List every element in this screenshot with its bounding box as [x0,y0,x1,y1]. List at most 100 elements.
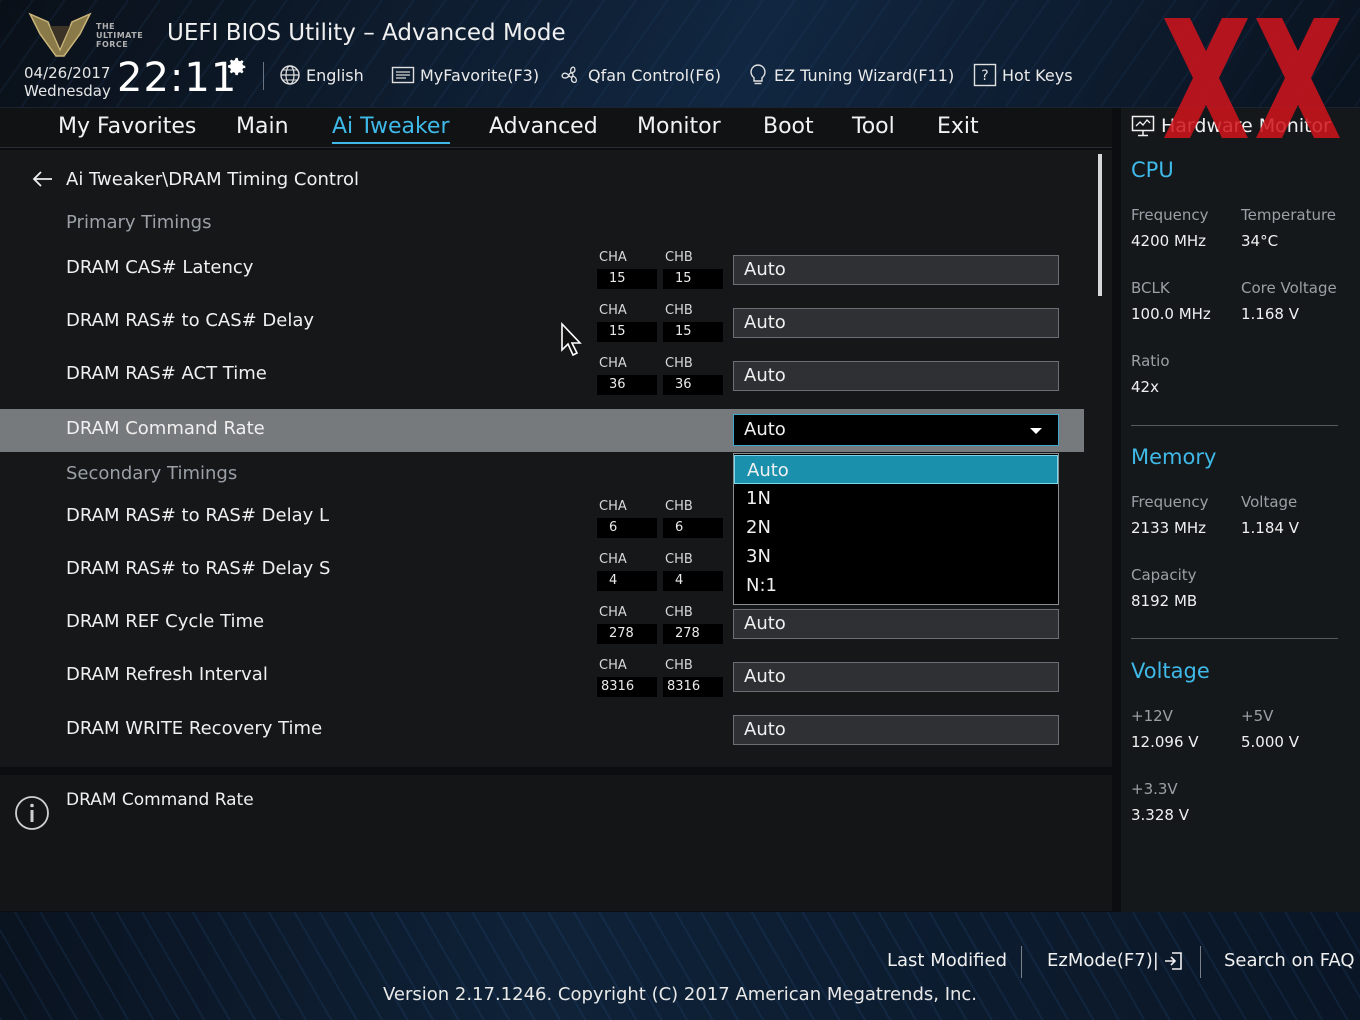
info-icon [15,796,49,830]
row-label-write-recovery-time: DRAM WRITE Recovery Time [66,718,323,739]
memory-voltage-label: Voltage [1241,493,1298,511]
tab-main[interactable]: Main [236,112,289,144]
bclk-value: 100.0 MHz [1131,305,1211,323]
caret-down-icon [1030,428,1042,434]
tuf-logo: THE ULTIMATE FORCE [26,8,152,58]
section-secondary-timings: Secondary Timings [66,463,238,484]
language-button[interactable]: English [279,63,364,87]
tab-tool[interactable]: Tool [852,112,895,144]
help-icon: ? [973,63,997,87]
chb-readout: CHB 15 [663,304,723,342]
copyright-text: Version 2.17.1246. Copyright (C) 2017 Am… [382,984,978,1005]
ez-tuning-wizard-label: EZ Tuning Wizard(F11) [774,65,955,85]
chb-label: CHB [665,303,693,318]
cpu-temperature-value: 34°C [1241,232,1279,250]
monitor-icon [1131,115,1155,137]
ras-to-cas-delay-field[interactable]: Auto [733,308,1059,338]
gear-icon[interactable] [226,56,248,78]
cha-value: 15 [597,269,657,289]
hw-divider [1131,425,1338,426]
ezmode-label: EzMode(F7)| [1047,950,1159,971]
cha-readout: CHA 8316 [597,659,657,697]
hot-keys-button[interactable]: ? Hot Keys [973,63,1073,87]
dropdown-option-1n[interactable]: 1N [734,484,1058,513]
row-label-cas-latency: DRAM CAS# Latency [66,257,254,278]
write-recovery-time-field[interactable]: Auto [733,715,1059,745]
refresh-interval-field[interactable]: Auto [733,662,1059,692]
chb-readout: CHB 15 [663,251,723,289]
dropdown-option-auto[interactable]: Auto [734,455,1058,484]
row-label-command-rate: DRAM Command Rate [66,418,265,439]
cha-label: CHA [599,499,627,514]
tab-monitor[interactable]: Monitor [637,112,721,144]
cha-label: CHA [599,658,627,673]
qfan-control-label: Qfan Control(F6) [588,65,721,85]
globe-icon [280,65,300,85]
hot-keys-label: Hot Keys [1002,65,1073,85]
cas-latency-field[interactable]: Auto [733,255,1059,285]
chb-label: CHB [665,605,693,620]
command-rate-dropdown: Auto 1N 2N 3N N:1 [733,453,1059,605]
cha-value: 4 [597,571,657,591]
chb-value: 36 [663,375,723,395]
info-description: DRAM Command Rate [66,790,254,810]
dropdown-option-2n[interactable]: 2N [734,513,1058,542]
date-display: 04/26/2017 Wednesday [24,64,111,100]
search-faq-button[interactable]: Search on FAQ [1224,948,1355,974]
section-primary-timings: Primary Timings [66,212,212,233]
footer-divider [1200,946,1201,978]
my-favorite-button[interactable]: MyFavorite(F3) [391,63,539,87]
main-menu: My Favorites Main Ai Tweaker Advanced Mo… [0,108,1112,148]
cpu-frequency-value: 4200 MHz [1131,232,1207,250]
v5-label: +5V [1241,707,1274,725]
command-rate-select[interactable]: Auto [733,414,1059,446]
my-favorite-label: MyFavorite(F3) [420,65,540,85]
qfan-control-button[interactable]: Qfan Control(F6) [559,63,721,87]
scrollbar[interactable] [1098,154,1102,296]
ras-act-time-field[interactable]: Auto [733,361,1059,391]
breadcrumb: Ai Tweaker\DRAM Timing Control [32,166,359,192]
ez-tuning-wizard-button[interactable]: EZ Tuning Wizard(F11) [747,63,954,87]
chb-label: CHB [665,499,693,514]
cha-readout: CHA 278 [597,606,657,644]
dropdown-option-n1[interactable]: N:1 [734,571,1058,600]
date-text: 04/26/2017 [24,64,111,82]
favorite-list-icon [391,66,415,84]
ref-cycle-time-field[interactable]: Auto [733,609,1059,639]
tab-my-favorites[interactable]: My Favorites [58,112,196,144]
cha-readout: CHA 4 [597,553,657,591]
chb-value: 8316 [663,677,723,697]
core-voltage-label: Core Voltage [1241,279,1337,297]
last-modified-label: Last Modified [887,950,1008,971]
last-modified-button[interactable]: Last Modified [887,948,1007,974]
cpu-heading: CPU [1131,158,1174,182]
ratio-label: Ratio [1131,352,1170,370]
chb-readout: CHB 278 [663,606,723,644]
memory-capacity-value: 8192 MB [1131,592,1198,610]
cpu-temperature-label: Temperature [1241,206,1337,224]
v33-label: +3.3V [1131,780,1178,798]
chb-label: CHB [665,552,693,567]
row-label-refresh-interval: DRAM Refresh Interval [66,664,268,685]
tab-ai-tweaker[interactable]: Ai Tweaker [332,112,450,144]
brand-text: THE ULTIMATE FORCE [96,22,144,49]
cha-label: CHA [599,552,627,567]
tab-exit[interactable]: Exit [937,112,979,144]
tab-boot[interactable]: Boot [763,112,814,144]
ezmode-button[interactable]: EzMode(F7)| [1047,948,1183,974]
tab-advanced[interactable]: Advanced [489,112,598,144]
dropdown-option-3n[interactable]: 3N [734,542,1058,571]
app-title: UEFI BIOS Utility – Advanced Mode [167,20,566,46]
chb-label: CHB [665,250,693,265]
back-arrow-icon[interactable] [32,170,54,188]
chb-readout: CHB 4 [663,553,723,591]
voltage-heading: Voltage [1131,659,1210,683]
search-faq-label: Search on FAQ [1224,950,1355,971]
chb-value: 6 [663,518,723,538]
cha-label: CHA [599,250,627,265]
breadcrumb-path: Ai Tweaker\DRAM Timing Control [66,168,360,190]
chb-label: CHB [665,356,693,371]
row-label-ras-to-ras-delay-l: DRAM RAS# to RAS# Delay L [66,505,330,526]
chb-value: 15 [663,269,723,289]
chb-readout: CHB 6 [663,500,723,538]
